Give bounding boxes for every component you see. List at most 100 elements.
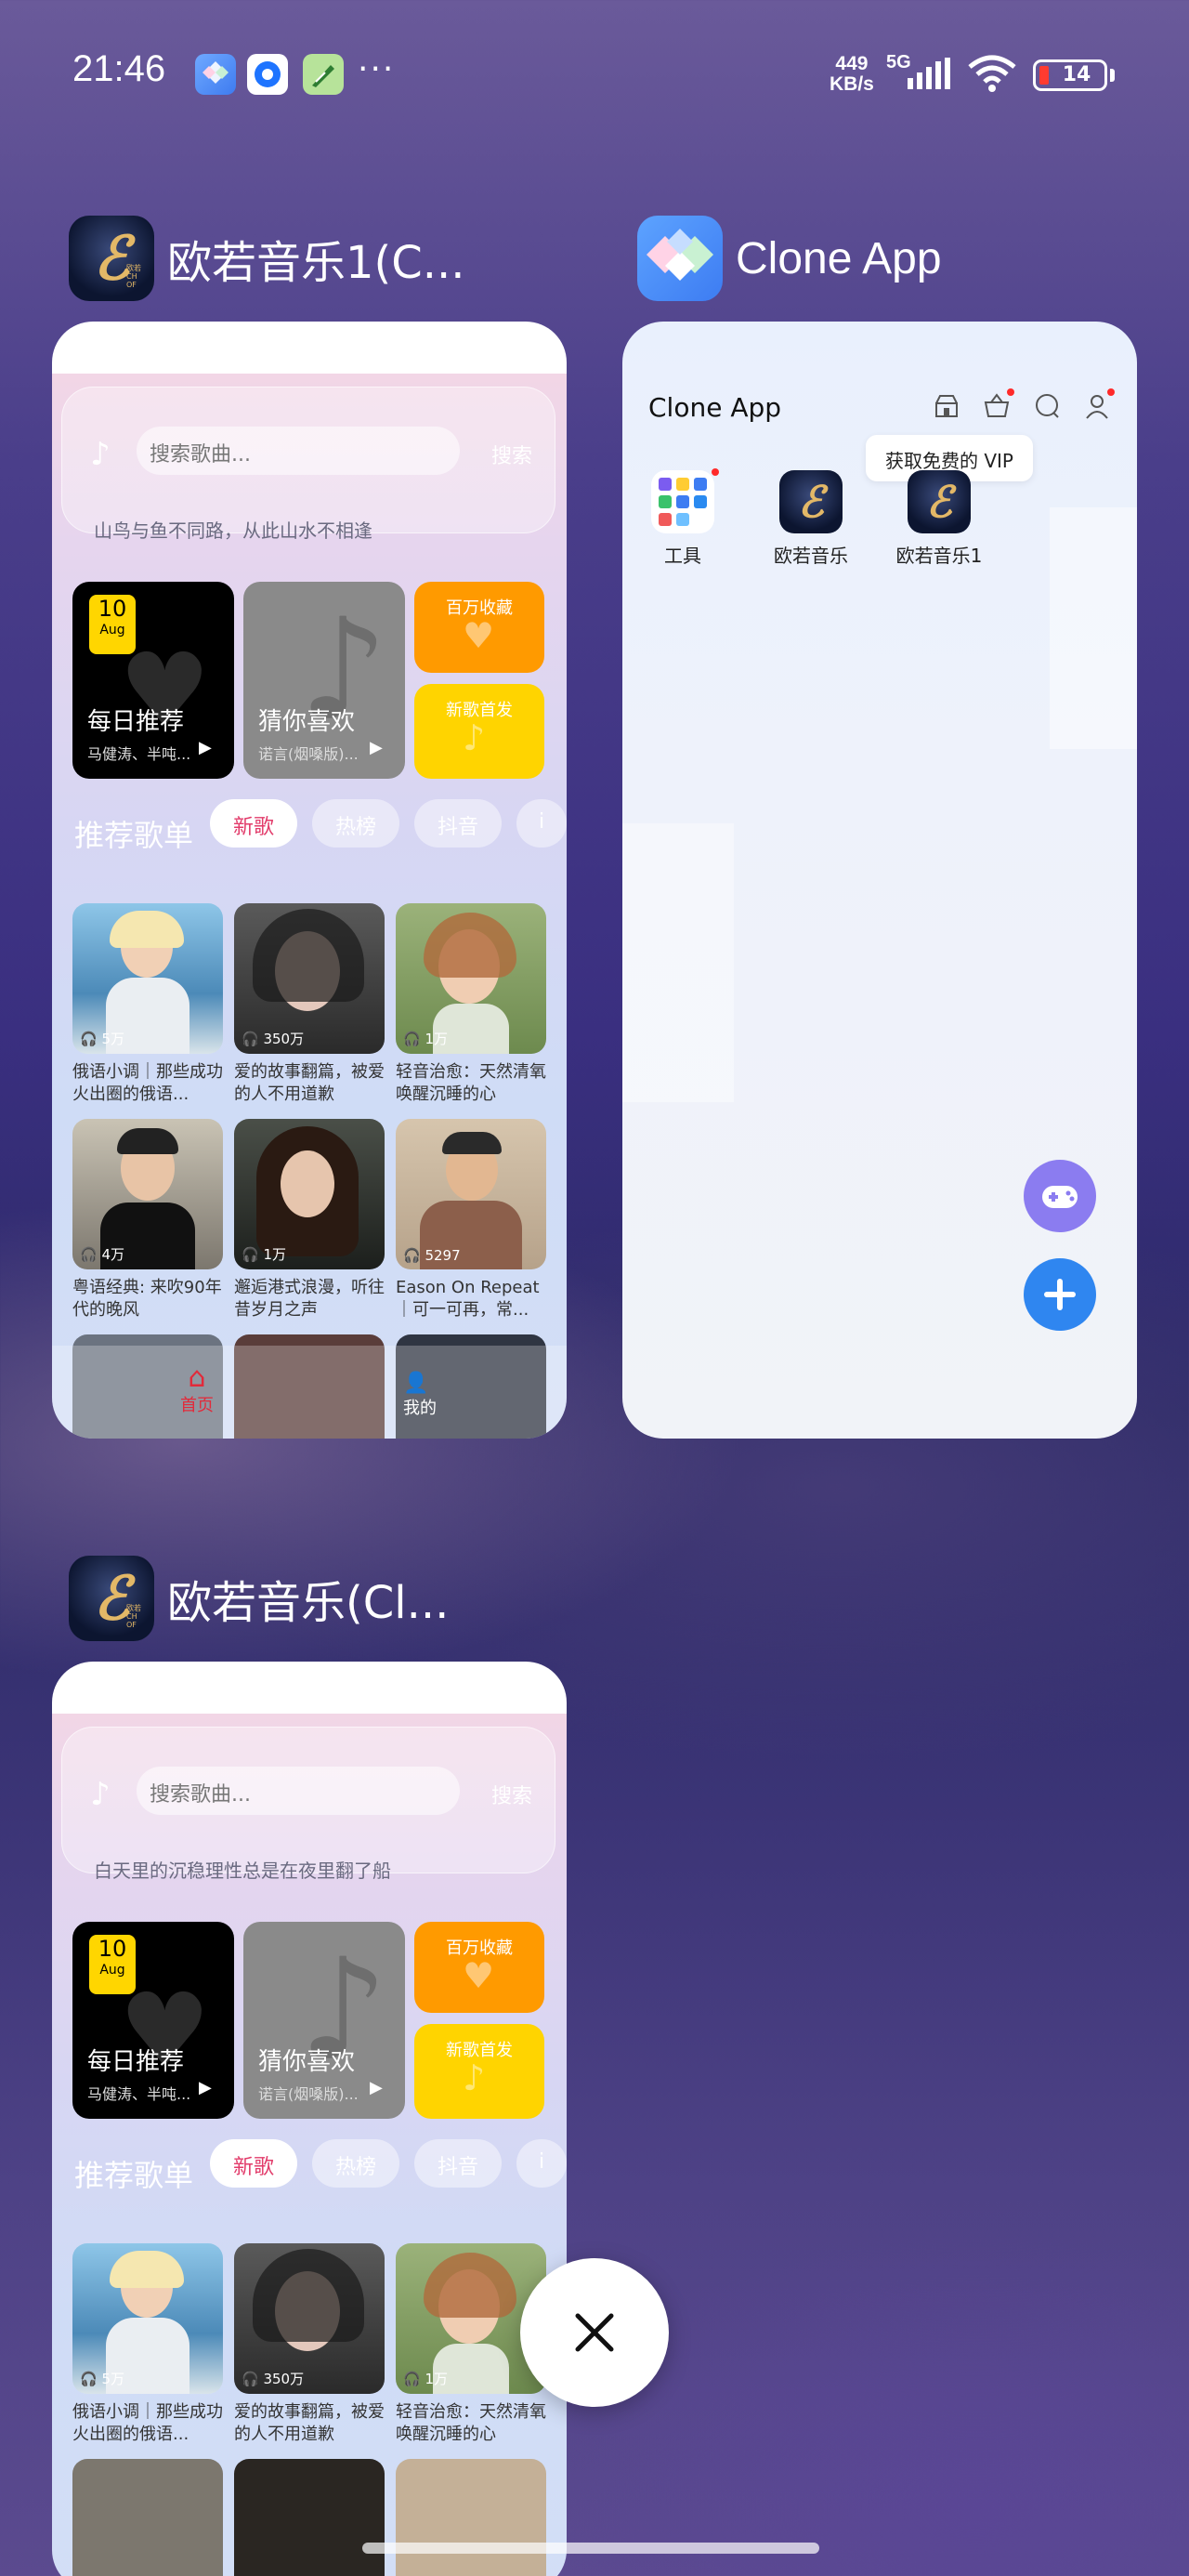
playlist-cover: 🎧 350万 (234, 2243, 385, 2394)
tab-me[interactable]: 👤 我的 (403, 1372, 437, 1419)
play-icon[interactable]: ▶ (370, 2078, 383, 2097)
music-note-icon: ♪ (90, 436, 111, 473)
playlist-cover: 🎧 1万 (234, 1119, 385, 1269)
recent-app-title: 欧若音乐1(C... (167, 237, 465, 289)
playlist-name: 俄语小调｜那些成功火出圈的俄语... (72, 2402, 223, 2444)
chip-hot[interactable]: 热榜 (312, 2139, 399, 2188)
clone-app-music[interactable]: ℰ 欧若音乐 (760, 470, 862, 568)
motto-text: 白天里的沉稳理性总是在夜里翻了船 (94, 1860, 391, 1882)
status-bar: 21:46 ··· 449 KB/s 5G 14 (0, 0, 1189, 139)
add-app-button[interactable] (1024, 1258, 1096, 1331)
playlist-cover: 🎧 1万 (396, 903, 546, 1054)
clear-all-button[interactable] (520, 2258, 669, 2407)
playlist-card[interactable]: 🎧 1万 轻音治愈：天然清氧唤醒沉睡的心 (396, 903, 546, 1106)
play-count: 🎧 5万 (80, 2371, 124, 2387)
chip-douyin[interactable]: 抖音 (414, 799, 502, 848)
guess-you-like-tile[interactable]: ♪ 猜你喜欢 诺言(烟嗓版)... ▶ (243, 582, 405, 779)
playlist-cover: 🎧 350万 (234, 903, 385, 1054)
million-fav-tile[interactable]: 百万收藏 ♥ (414, 1922, 544, 2013)
tools-folder-icon (651, 470, 714, 533)
recent-app-card-music1[interactable]: ♪ 搜索歌曲... 搜索 山鸟与鱼不同路，从此山水不相逢 ♥ 10 Aug 每日… (52, 322, 567, 1439)
playlist-card[interactable]: 🎧 5万 俄语小调｜那些成功火出圈的俄语... (72, 2243, 223, 2446)
recent-app-title: Clone App (736, 233, 942, 283)
playlist-name: 粤语经典: 来吹90年代的晚风 (72, 1278, 222, 1320)
plus-icon (1044, 1279, 1076, 1310)
search-input[interactable]: 搜索歌曲... (137, 1767, 460, 1815)
play-icon[interactable]: ▶ (199, 2078, 212, 2097)
new-songs-tile[interactable]: 新歌首发 ♪ (414, 684, 544, 779)
chat-icon[interactable] (1033, 392, 1061, 420)
playlist-card[interactable]: 🎧 5297 Eason On Repeat｜可一可再，常... (396, 1119, 546, 1321)
play-icon[interactable]: ▶ (370, 738, 383, 757)
search-button[interactable]: 搜索 (491, 1780, 532, 1809)
recent-app-card-clone[interactable]: Clone App 获取免费的 VIP 工具 ℰ 欧若音乐 ℰ 欧若音乐1 (622, 322, 1137, 1439)
chip-new[interactable]: 新歌 (210, 799, 297, 848)
user-icon[interactable] (1083, 388, 1115, 420)
search-box: ♪ 搜索歌曲... 搜索 山鸟与鱼不同路，从此山水不相逢 (61, 387, 555, 542)
music-note-icon: ♪ (90, 1776, 111, 1813)
search-button[interactable]: 搜索 (491, 440, 532, 469)
play-count: 🎧 350万 (242, 2371, 305, 2387)
chip-douyin[interactable]: 抖音 (414, 2139, 502, 2188)
playlist-cover: 🎧 4万 (72, 1119, 223, 1269)
music-app-icon: ℰ 欧若 CH OF (69, 216, 154, 301)
close-icon (575, 2313, 614, 2352)
chip-more[interactable]: i (516, 2139, 567, 2188)
playlist-cover (396, 2459, 546, 2576)
playlist-card[interactable]: 🎧 1万 邂逅港式浪漫，听往昔岁月之声 (234, 1119, 385, 1321)
recent-app-title: 欧若音乐(Cl... (167, 1577, 450, 1629)
playlist-cover: 🎧 5297 (396, 1119, 546, 1269)
chip-new[interactable]: 新歌 (210, 2139, 297, 2188)
guess-you-like-tile[interactable]: ♪ 猜你喜欢 诺言(烟嗓版)... ▶ (243, 1922, 405, 2119)
feather-icon (303, 54, 344, 95)
recent-app-header-music2[interactable]: ℰ 欧若 CH OF 欧若音乐(Cl... (69, 1556, 449, 1641)
wifi-icon (966, 54, 1018, 97)
chip-more[interactable]: i (516, 799, 567, 848)
home-indicator[interactable] (362, 2543, 819, 2554)
play-icon[interactable]: ▶ (199, 738, 212, 757)
play-count: 🎧 5297 (403, 1247, 461, 1264)
playlist-name: 爱的故事翻篇，被爱的人不用道歉 (234, 1062, 385, 1104)
battery-icon: 14 (1033, 59, 1107, 91)
clone-app-music1[interactable]: ℰ 欧若音乐1 (888, 470, 990, 568)
app-label: 工具 (664, 545, 701, 567)
million-fav-tile[interactable]: 百万收藏 ♥ (414, 582, 544, 673)
home-icon: ⌂ (188, 1361, 206, 1394)
play-count: 🎧 5万 (80, 1031, 124, 1047)
recent-app-header-clone[interactable]: Clone App (637, 216, 942, 301)
daily-title: 每日推荐 (87, 2048, 185, 2076)
new-songs-tile[interactable]: 新歌首发 ♪ (414, 2024, 544, 2119)
playlist-card[interactable]: 🎧 350万 爱的故事翻篇，被爱的人不用道歉 (234, 2243, 385, 2446)
browser-icon (247, 54, 288, 95)
playlist-name: 邂逅港式浪漫，听往昔岁月之声 (234, 1278, 385, 1320)
calendar-badge: 10 Aug (89, 595, 136, 654)
playlist-name: Eason On Repeat｜可一可再，常... (396, 1278, 540, 1320)
gamepad-icon (1042, 1186, 1078, 1208)
music-app-icon: ℰ (779, 470, 843, 533)
playlist-card[interactable]: 🎧 350万 爱的故事翻篇，被爱的人不用道歉 (234, 903, 385, 1106)
shop-icon[interactable] (933, 392, 960, 420)
chip-hot[interactable]: 热榜 (312, 799, 399, 848)
clock: 21:46 (72, 48, 166, 89)
play-count: 🎧 1万 (242, 1246, 286, 1263)
daily-sub: 马健涛、半吨... (87, 745, 191, 763)
recent-app-header-music1[interactable]: ℰ 欧若 CH OF 欧若音乐1(C... (69, 216, 465, 301)
playlist-card[interactable]: 🎧 5万 俄语小调｜那些成功火出圈的俄语... (72, 903, 223, 1106)
playlist-card[interactable]: 🎧 4万 粤语经典: 来吹90年代的晚风 (72, 1119, 223, 1321)
guess-title: 猜你喜欢 (258, 708, 356, 736)
basket-icon[interactable] (983, 388, 1014, 420)
tab-bar: ⌂ 首页 👤 我的 (52, 1346, 567, 1439)
playlist-name: 俄语小调｜那些成功火出圈的俄语... (72, 1062, 223, 1104)
daily-recommend-tile[interactable]: ♥ 10 Aug 每日推荐 马健涛、半吨... ▶ (72, 582, 234, 779)
search-input[interactable]: 搜索歌曲... (137, 427, 460, 475)
daily-sub: 马健涛、半吨... (87, 2085, 191, 2103)
music-note-icon: ♪ (463, 2057, 486, 2098)
clone-app-icon (195, 54, 236, 95)
gamepad-button[interactable] (1024, 1160, 1096, 1232)
daily-recommend-tile[interactable]: ♥ 10 Aug 每日推荐 马健涛、半吨... ▶ (72, 1922, 234, 2119)
tab-home[interactable]: ⌂ 首页 (180, 1364, 214, 1416)
clone-app-tools[interactable]: 工具 (632, 468, 734, 568)
recent-app-card-music2[interactable]: ♪ 搜索歌曲... 搜索 白天里的沉稳理性总是在夜里翻了船 ♥ 10 Aug 每… (52, 1662, 567, 2576)
daily-title: 每日推荐 (87, 708, 185, 736)
playlist-cover (234, 2459, 385, 2576)
